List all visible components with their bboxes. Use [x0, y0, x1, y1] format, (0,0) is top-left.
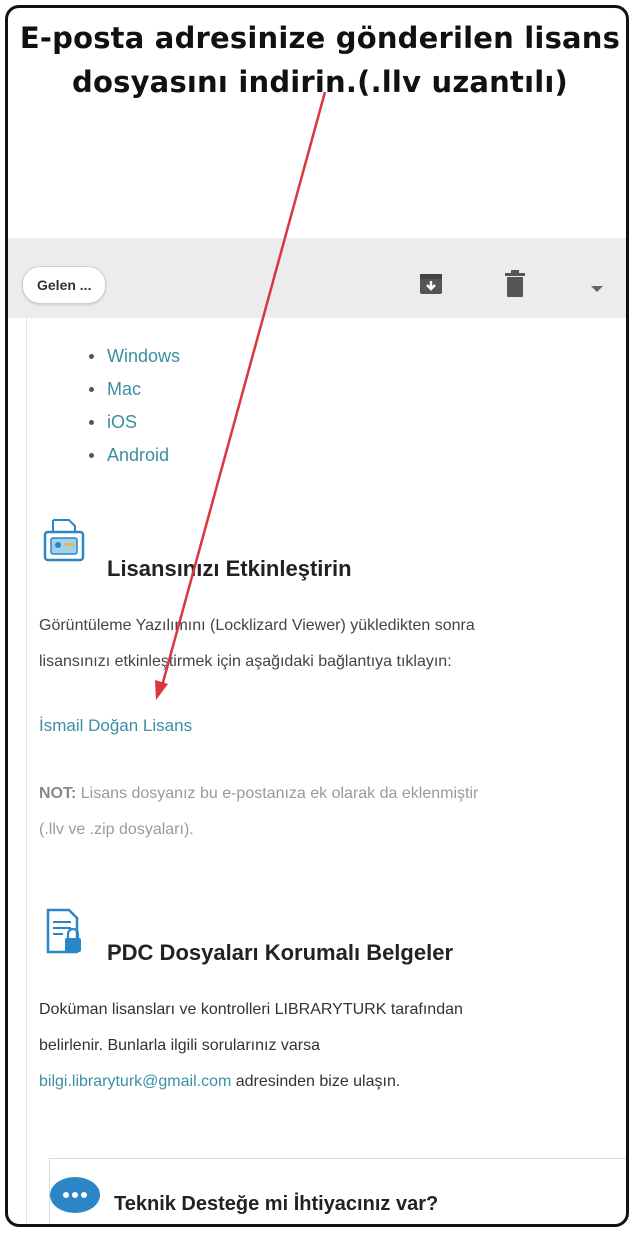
license-note: NOT: Lisans dosyanız bu e-postanıza ek o…	[39, 776, 478, 848]
protected-text-line-3: adresinden bize ulaşın.	[231, 1073, 401, 1090]
headline-line-2: dosyasını indirin.(.llv uzantılı)	[72, 65, 568, 99]
headline-line-1: E-posta adresinize gönderilen lisans	[19, 21, 621, 55]
note-label: NOT:	[39, 785, 77, 802]
trash-icon[interactable]	[504, 270, 526, 303]
platform-link-android[interactable]: Android	[85, 443, 180, 476]
activate-text-line-1: Görüntüleme Yazılımını (Locklizard Viewe…	[39, 617, 475, 634]
protected-text-line-2: belirlenir. Bunlarla ilgili sorularınız …	[39, 1037, 321, 1054]
platform-list: Windows Mac iOS Android	[85, 344, 180, 476]
platform-link-windows[interactable]: Windows	[85, 344, 180, 377]
note-text-line-1: Lisans dosyanız bu e-postanıza ek olarak…	[80, 785, 479, 802]
screenshot-frame: E-posta adresinize gönderilen lisans dos…	[5, 5, 629, 1227]
platform-link-mac[interactable]: Mac	[85, 377, 180, 410]
protected-documents-title: PDC Dosyaları Korumalı Belgeler	[107, 940, 454, 965]
support-email-link[interactable]: bilgi.libraryturk@gmail.com	[39, 1073, 231, 1090]
archive-icon[interactable]	[418, 270, 444, 301]
support-card-title: Teknik Desteğe mi İhtiyacınız var?	[114, 1193, 439, 1215]
protected-document-icon	[45, 908, 85, 961]
platform-link-ios[interactable]: iOS	[85, 410, 180, 443]
back-to-inbox-button[interactable]: Gelen ...	[22, 266, 107, 304]
activate-instructions: Görüntüleme Yazılımını (Locklizard Viewe…	[39, 608, 475, 680]
protected-instructions: Doküman lisansları ve kontrolleri LIBRAR…	[39, 992, 463, 1100]
instruction-headline: E-posta adresinize gönderilen lisans dos…	[8, 16, 626, 104]
license-link[interactable]: İsmail Doğan Lisans	[39, 716, 192, 736]
protected-text-line-1: Doküman lisansları ve kontrolleri LIBRAR…	[39, 1001, 463, 1018]
chat-bubble-icon[interactable]	[50, 1177, 100, 1213]
support-card: Teknik Desteğe mi İhtiyacınız var?	[49, 1158, 626, 1224]
email-toolbar: Gelen ...	[8, 238, 626, 318]
email-body: Windows Mac iOS Android Lisansınızı Etki…	[26, 318, 626, 1224]
license-card-icon	[43, 518, 85, 569]
activate-license-title: Lisansınızı Etkinleştirin	[107, 556, 352, 581]
note-text-line-2: (.llv ve .zip dosyaları).	[39, 821, 194, 838]
dropdown-icon[interactable]	[590, 280, 604, 298]
activate-text-line-2: lisansınızı etkinleştirmek için aşağıdak…	[39, 653, 452, 670]
